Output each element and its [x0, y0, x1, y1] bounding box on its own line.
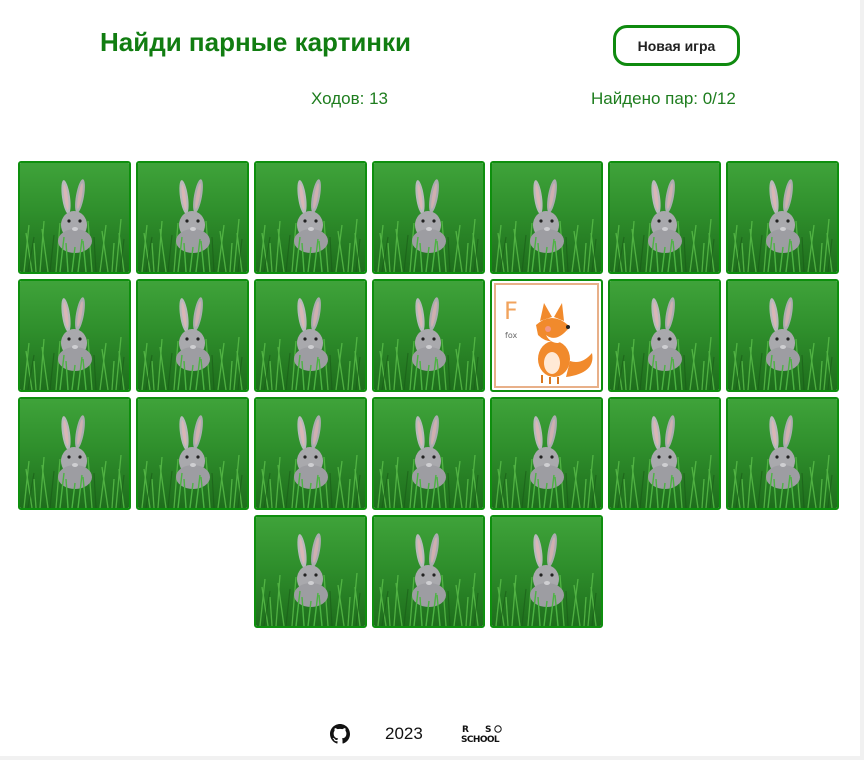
card-face-down[interactable] — [372, 515, 485, 628]
card-face-down[interactable] — [18, 161, 131, 274]
rabbit-icon — [610, 163, 719, 272]
rabbit-icon — [492, 399, 601, 508]
rabbit-icon — [728, 399, 837, 508]
card-face-down[interactable] — [136, 161, 249, 274]
rabbit-icon — [20, 399, 129, 508]
moves-counter: Ходов: 13 — [311, 89, 388, 108]
card-face-down[interactable] — [490, 161, 603, 274]
card-face-down[interactable] — [136, 397, 249, 510]
card-face-down[interactable] — [254, 279, 367, 392]
rabbit-icon — [728, 163, 837, 272]
rabbit-icon — [256, 163, 365, 272]
rabbit-icon — [138, 163, 247, 272]
card-face-down[interactable] — [608, 161, 721, 274]
card-face-down[interactable] — [726, 397, 839, 510]
rabbit-icon — [138, 399, 247, 508]
rabbit-icon — [20, 281, 129, 390]
card-face-down[interactable] — [608, 279, 721, 392]
card-face-down[interactable] — [254, 397, 367, 510]
page-title: Найди парные картинки — [100, 27, 411, 57]
pairs-found-counter: Найдено пар: 0/12 — [591, 89, 736, 108]
rs-school-logo[interactable]: R S SCHOOL — [461, 723, 511, 745]
new-game-button[interactable]: Новая игра — [613, 25, 740, 66]
card-face-down[interactable] — [726, 279, 839, 392]
page-edge — [860, 0, 864, 760]
card-face-down[interactable] — [490, 515, 603, 628]
card-face-down[interactable] — [372, 397, 485, 510]
rabbit-icon — [256, 281, 365, 390]
rabbit-icon — [20, 163, 129, 272]
svg-text:R: R — [462, 725, 469, 735]
card-face-down[interactable] — [18, 397, 131, 510]
page-bottom-edge — [0, 756, 864, 760]
rabbit-icon — [374, 517, 483, 626]
card-face-down[interactable] — [136, 279, 249, 392]
github-icon[interactable] — [330, 724, 350, 744]
fox-icon: Ffox — [494, 283, 599, 388]
card-face-down[interactable] — [254, 515, 367, 628]
card-face-down[interactable] — [18, 279, 131, 392]
rabbit-icon — [492, 163, 601, 272]
footer: 2023 R S SCHOOL — [0, 720, 864, 748]
card-word: fox — [505, 331, 518, 340]
rabbit-icon — [374, 399, 483, 508]
rabbit-icon — [374, 281, 483, 390]
card-face-down[interactable] — [372, 279, 485, 392]
card-face-down[interactable] — [608, 397, 721, 510]
rabbit-icon — [492, 517, 601, 626]
footer-year: 2023 — [385, 724, 423, 743]
card-face-down[interactable] — [254, 161, 367, 274]
rabbit-icon — [256, 399, 365, 508]
rabbit-icon — [610, 281, 719, 390]
rabbit-icon — [728, 281, 837, 390]
svg-text:SCHOOL: SCHOOL — [461, 735, 500, 745]
svg-text:S: S — [485, 725, 491, 735]
card-face-down[interactable] — [372, 161, 485, 274]
rabbit-icon — [138, 281, 247, 390]
card-open-fox[interactable]: Ffox — [490, 279, 603, 392]
card-face-down[interactable] — [490, 397, 603, 510]
rabbit-icon — [256, 517, 365, 626]
card-face-down[interactable] — [726, 161, 839, 274]
rabbit-icon — [610, 399, 719, 508]
rabbit-icon — [374, 163, 483, 272]
card-letter: F — [504, 297, 518, 325]
